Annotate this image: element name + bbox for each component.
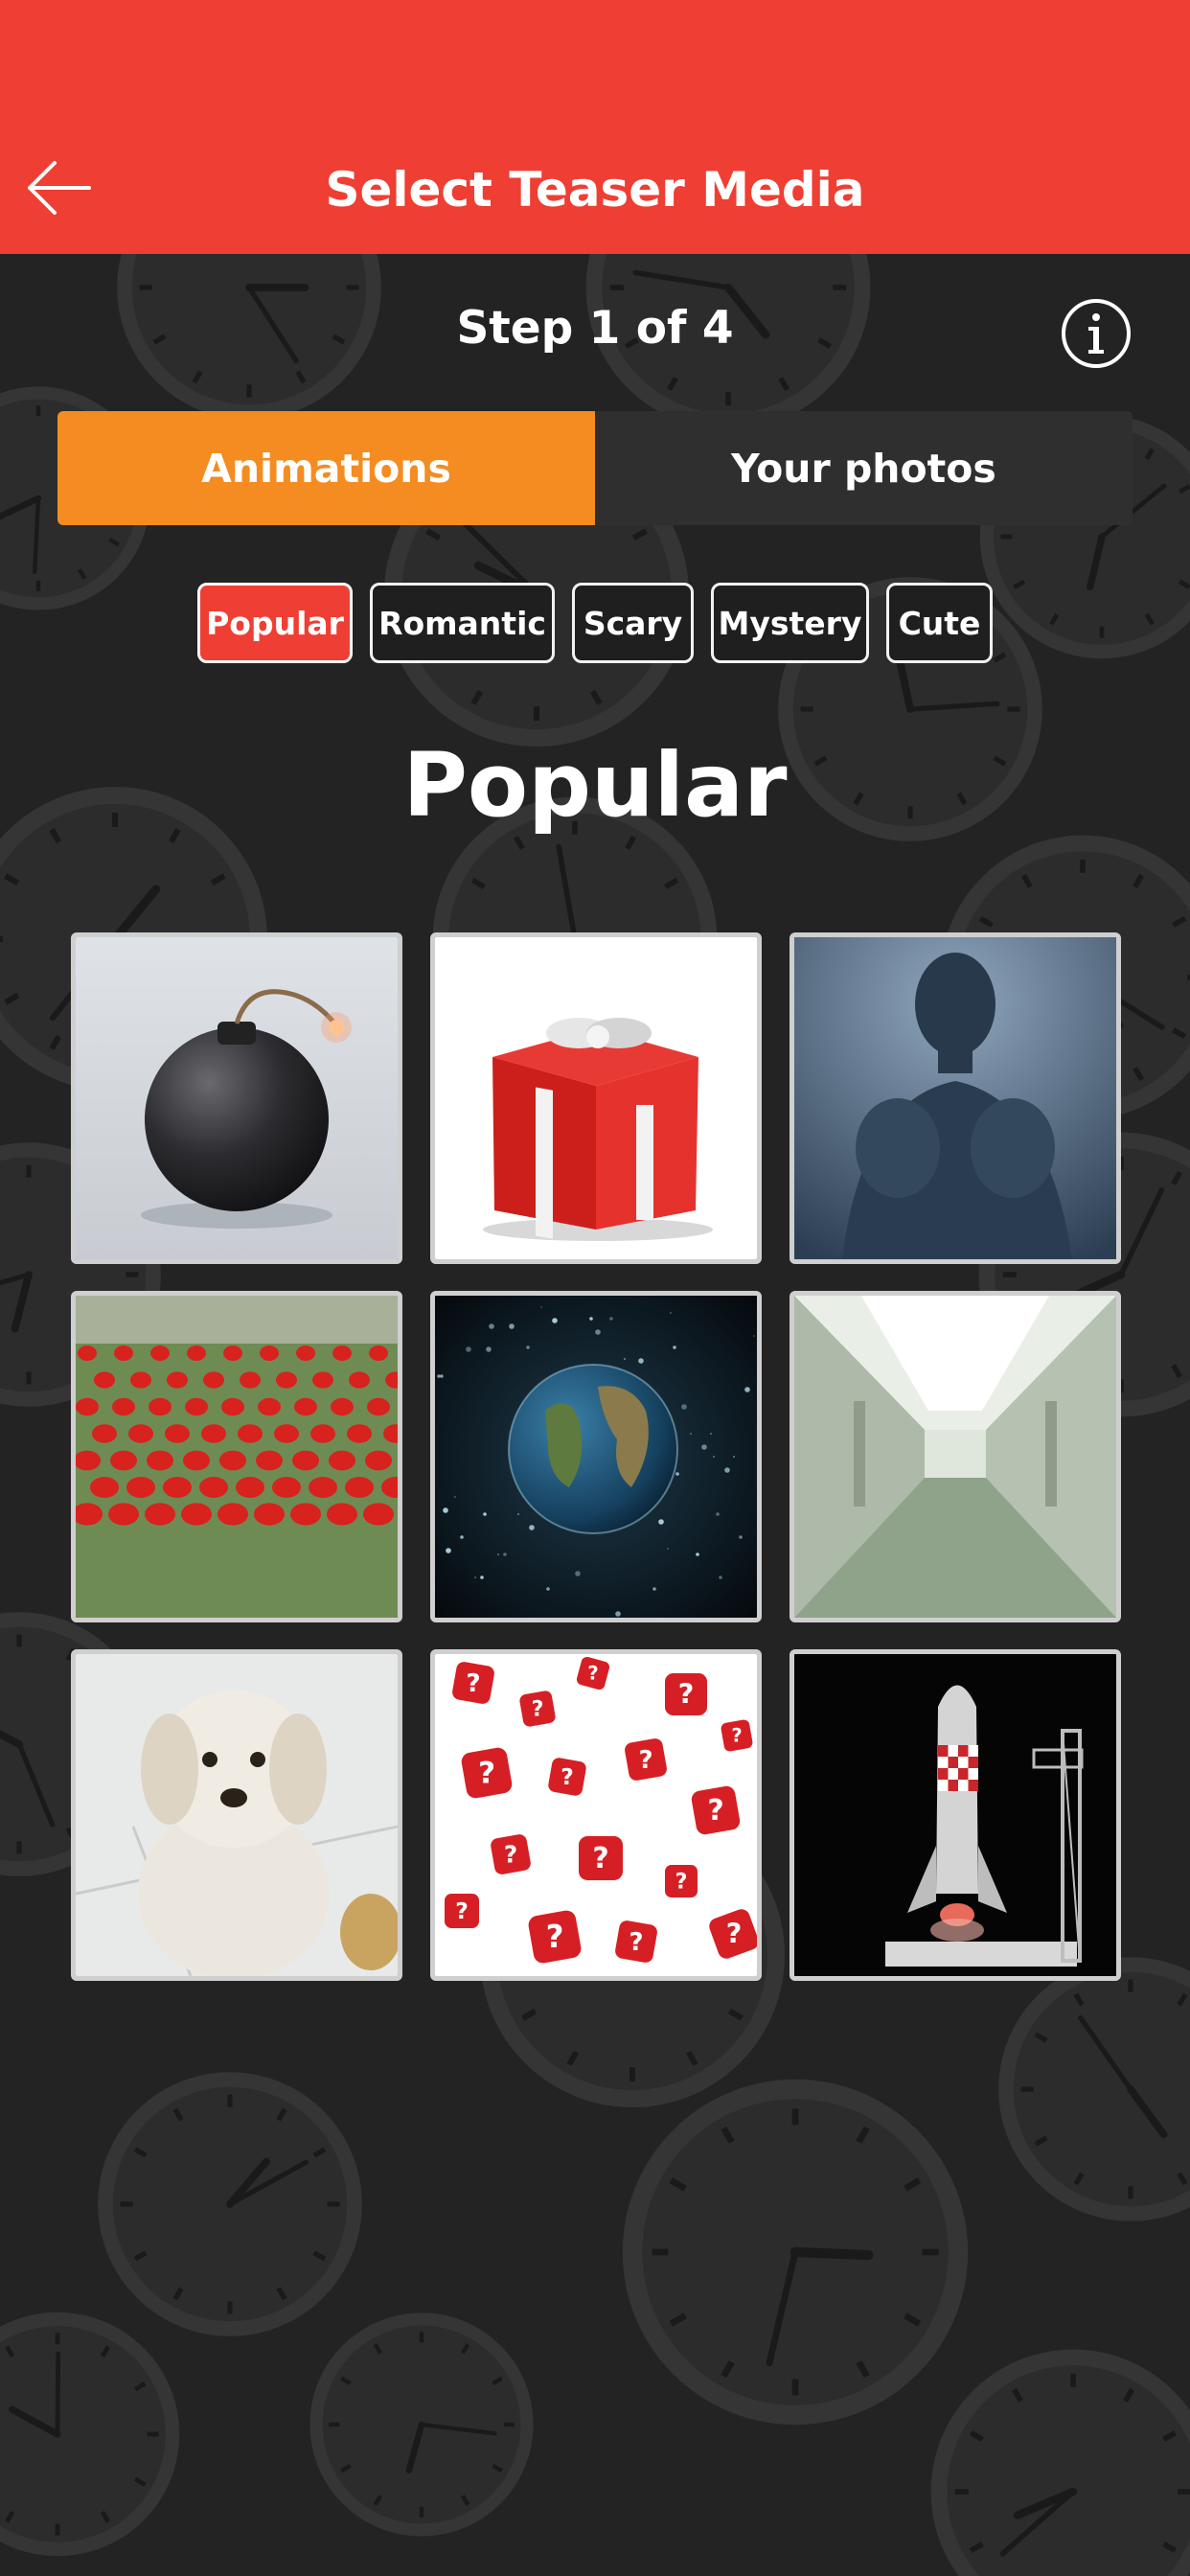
svg-text:?: ?: [629, 1928, 643, 1957]
rocket-thumbnail: [794, 1654, 1116, 1976]
media-grid: ????????????????: [71, 932, 1121, 1981]
clock-icon: [930, 2349, 1190, 2576]
media-tile-gift[interactable]: [430, 932, 762, 1264]
tab-animations[interactable]: Animations: [57, 411, 595, 525]
svg-text:?: ?: [455, 1898, 469, 1924]
page-title: Select Teaser Media: [325, 162, 865, 218]
clock-icon: [0, 2312, 180, 2557]
svg-text:?: ?: [638, 1746, 652, 1775]
media-tile-rocket[interactable]: [790, 1649, 1121, 1981]
app-header: Select Teaser Media: [0, 0, 1190, 254]
chip-mystery[interactable]: Mystery: [711, 583, 869, 663]
section-title: Popular: [402, 734, 788, 837]
info-icon: [1062, 299, 1131, 368]
gift-box-thumbnail: [435, 937, 757, 1259]
svg-text:?: ?: [675, 1869, 688, 1894]
chip-romantic[interactable]: Romantic: [370, 583, 555, 663]
svg-text:?: ?: [546, 1919, 564, 1955]
media-tile-dice[interactable]: ????????????????: [430, 1649, 762, 1981]
clock-icon: [309, 2312, 534, 2537]
step-indicator: Step 1 of 4: [456, 302, 734, 355]
svg-text:?: ?: [726, 1918, 743, 1950]
hallway-thumbnail: [794, 1296, 1116, 1618]
svg-text:?: ?: [731, 1725, 742, 1747]
question-dice-thumbnail: ????????????????: [435, 1654, 757, 1976]
svg-text:?: ?: [532, 1696, 544, 1721]
svg-text:?: ?: [678, 1678, 695, 1711]
media-tile-boxer[interactable]: [790, 932, 1121, 1264]
tab-your-photos[interactable]: Your photos: [595, 411, 1133, 525]
svg-text:?: ?: [466, 1669, 480, 1698]
info-button[interactable]: [1060, 297, 1133, 370]
media-tile-dog[interactable]: [71, 1649, 402, 1981]
bomb-thumbnail: [76, 937, 398, 1259]
media-source-tabs: Animations Your photos: [57, 411, 1133, 525]
media-tile-earth[interactable]: [430, 1291, 762, 1622]
clock-icon: [622, 2079, 969, 2426]
earth-thumbnail: [435, 1296, 757, 1618]
chip-popular[interactable]: Popular: [197, 583, 353, 663]
svg-text:?: ?: [504, 1840, 517, 1868]
clock-icon: [998, 1957, 1190, 2221]
svg-text:?: ?: [587, 1663, 598, 1685]
clock-icon: [98, 2072, 362, 2336]
svg-text:?: ?: [561, 1763, 574, 1790]
category-filter: Popular Romantic Scary Mystery Cute: [0, 583, 1190, 663]
tulip-field-thumbnail: [76, 1296, 398, 1618]
svg-text:?: ?: [592, 1842, 608, 1875]
boxer-thumbnail: [794, 937, 1116, 1259]
chip-scary[interactable]: Scary: [572, 583, 694, 663]
media-tile-hallway[interactable]: [790, 1291, 1121, 1622]
dog-thumbnail: [76, 1654, 398, 1976]
media-tile-tulips[interactable]: [71, 1291, 402, 1622]
svg-text:?: ?: [478, 1757, 495, 1791]
svg-text:?: ?: [707, 1794, 723, 1828]
media-tile-bomb[interactable]: [71, 932, 402, 1264]
chip-cute[interactable]: Cute: [886, 583, 993, 663]
